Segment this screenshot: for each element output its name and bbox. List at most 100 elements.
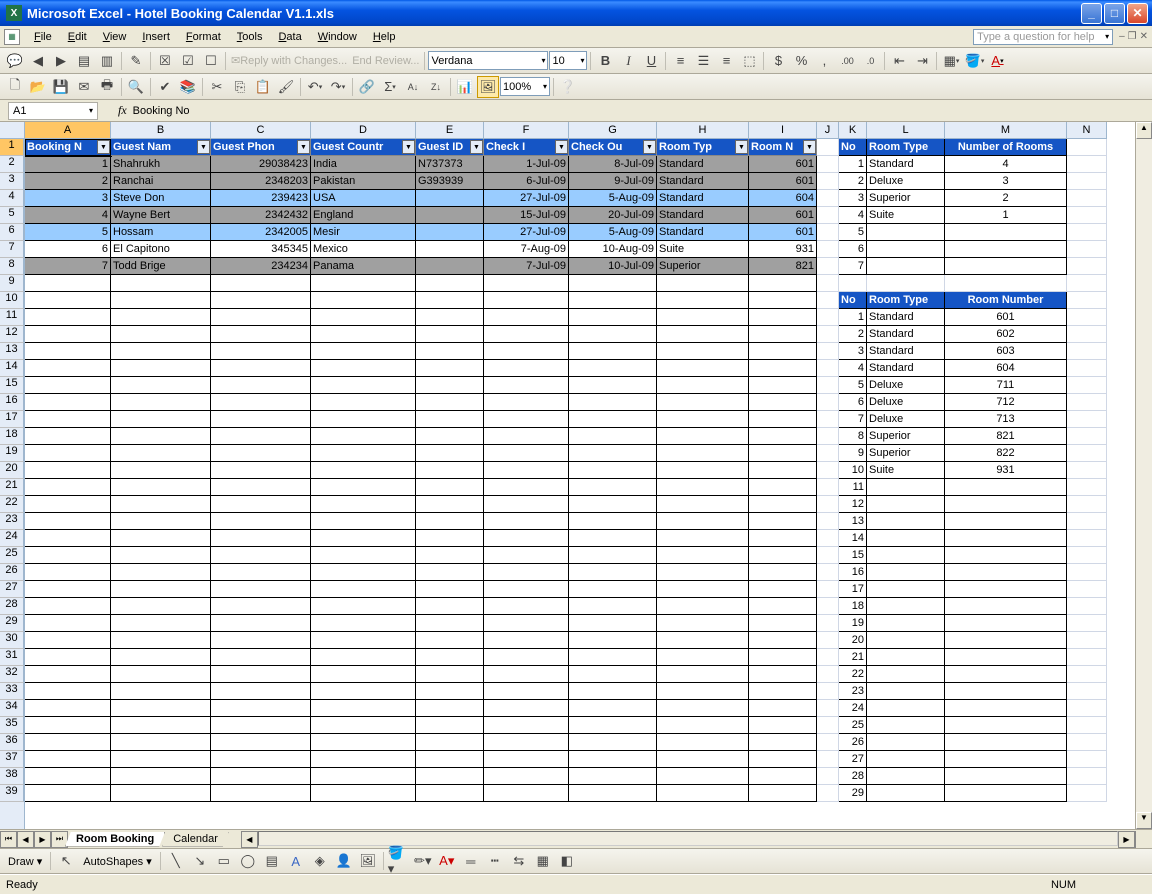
column-header-D[interactable]: D — [311, 122, 416, 139]
cell[interactable] — [817, 411, 839, 428]
cell[interactable] — [484, 666, 569, 683]
cell[interactable] — [749, 564, 817, 581]
cell[interactable] — [484, 632, 569, 649]
percent-icon[interactable]: % — [790, 50, 812, 72]
room-type-cell[interactable]: Superior — [867, 190, 945, 207]
cell[interactable] — [817, 530, 839, 547]
fill-color-icon[interactable]: 🪣▾ — [963, 50, 985, 72]
room-number-cell[interactable]: 26 — [839, 734, 867, 751]
room-number-cell[interactable] — [867, 513, 945, 530]
cell[interactable] — [1067, 530, 1107, 547]
cell[interactable] — [25, 377, 111, 394]
save-icon[interactable]: 💾 — [50, 76, 72, 98]
minimize-button[interactable]: _ — [1081, 3, 1102, 24]
room-number-cell[interactable]: 6 — [839, 394, 867, 411]
cell[interactable] — [817, 173, 839, 190]
cell[interactable] — [484, 649, 569, 666]
row-header-26[interactable]: 26 — [0, 564, 24, 581]
cell[interactable] — [1067, 224, 1107, 241]
cell[interactable] — [749, 683, 817, 700]
cell[interactable] — [484, 530, 569, 547]
font-select[interactable]: Verdana▾ — [428, 51, 548, 70]
cell[interactable] — [416, 445, 484, 462]
room-number-cell[interactable]: 29 — [839, 785, 867, 802]
booking-cell[interactable]: 5 — [25, 224, 111, 241]
booking-cell[interactable]: 8-Jul-09 — [569, 156, 657, 173]
cell[interactable] — [749, 717, 817, 734]
autosum-icon[interactable]: Σ▾ — [379, 76, 401, 98]
cell[interactable] — [817, 479, 839, 496]
room-number-cell[interactable]: 17 — [839, 581, 867, 598]
room-number-cell[interactable]: 712 — [945, 394, 1067, 411]
cell[interactable] — [311, 564, 416, 581]
fx-icon[interactable]: fx — [118, 103, 127, 118]
room-number-cell[interactable]: Standard — [867, 309, 945, 326]
cell[interactable] — [311, 513, 416, 530]
room-number-cell[interactable] — [867, 479, 945, 496]
booking-cell[interactable]: 7-Jul-09 — [484, 258, 569, 275]
cell[interactable] — [817, 700, 839, 717]
comma-icon[interactable]: , — [813, 50, 835, 72]
arrow-style-icon[interactable]: ⇆ — [508, 850, 530, 872]
column-header-I[interactable]: I — [749, 122, 817, 139]
cell[interactable] — [111, 394, 211, 411]
cell[interactable] — [211, 751, 311, 768]
cell[interactable] — [484, 462, 569, 479]
room-number-cell[interactable]: 9 — [839, 445, 867, 462]
booking-cell[interactable]: Shahrukh — [111, 156, 211, 173]
help-search-input[interactable]: Type a question for help ▾ — [973, 29, 1113, 45]
cell[interactable] — [416, 649, 484, 666]
row-header-23[interactable]: 23 — [0, 513, 24, 530]
cell[interactable] — [817, 258, 839, 275]
booking-cell[interactable]: 2348203 — [211, 173, 311, 190]
borders-icon[interactable]: ▦▾ — [940, 50, 962, 72]
room-number-cell[interactable] — [867, 564, 945, 581]
booking-header[interactable]: Guest Nam▼ — [111, 139, 211, 156]
filter-icon[interactable]: ▼ — [555, 140, 568, 154]
booking-cell[interactable]: 15-Jul-09 — [484, 207, 569, 224]
cell[interactable] — [211, 530, 311, 547]
booking-cell[interactable]: 345345 — [211, 241, 311, 258]
underline-button[interactable]: U — [640, 50, 662, 72]
room-number-cell[interactable]: 10 — [839, 462, 867, 479]
cell[interactable] — [416, 479, 484, 496]
booking-cell[interactable]: Superior — [657, 258, 749, 275]
room-number-cell[interactable]: 20 — [839, 632, 867, 649]
filter-icon[interactable]: ▼ — [643, 140, 656, 154]
cell[interactable] — [111, 309, 211, 326]
room-number-table-header[interactable]: Room Type — [867, 292, 945, 309]
cell[interactable] — [657, 632, 749, 649]
booking-cell[interactable]: 9-Jul-09 — [569, 173, 657, 190]
booking-cell[interactable]: 4 — [25, 207, 111, 224]
cell[interactable] — [1067, 700, 1107, 717]
cell[interactable] — [111, 581, 211, 598]
cell[interactable] — [111, 785, 211, 802]
cell[interactable] — [311, 666, 416, 683]
cell[interactable] — [484, 513, 569, 530]
cell[interactable] — [749, 513, 817, 530]
cell[interactable] — [111, 360, 211, 377]
cell[interactable] — [569, 683, 657, 700]
cell[interactable] — [311, 547, 416, 564]
cell[interactable] — [211, 462, 311, 479]
filter-icon[interactable]: ▼ — [197, 140, 210, 154]
room-number-cell[interactable] — [867, 768, 945, 785]
cell[interactable] — [111, 768, 211, 785]
cell[interactable] — [569, 292, 657, 309]
cell[interactable] — [311, 717, 416, 734]
room-number-cell[interactable]: 22 — [839, 666, 867, 683]
cell[interactable] — [311, 445, 416, 462]
room-number-cell[interactable] — [945, 564, 1067, 581]
line-color-icon[interactable]: ✏▾ — [412, 850, 434, 872]
name-box[interactable]: A1▾ — [8, 102, 98, 120]
next-sheet-icon[interactable]: ▶ — [34, 831, 51, 848]
cell[interactable] — [484, 615, 569, 632]
room-type-cell[interactable]: Deluxe — [867, 173, 945, 190]
row-header-15[interactable]: 15 — [0, 377, 24, 394]
cell[interactable] — [25, 768, 111, 785]
room-type-cell[interactable]: 7 — [839, 258, 867, 275]
workbook-icon[interactable]: ▦ — [4, 29, 20, 45]
cell[interactable] — [416, 598, 484, 615]
help-icon[interactable]: ❔ — [557, 76, 579, 98]
booking-cell[interactable]: 20-Jul-09 — [569, 207, 657, 224]
